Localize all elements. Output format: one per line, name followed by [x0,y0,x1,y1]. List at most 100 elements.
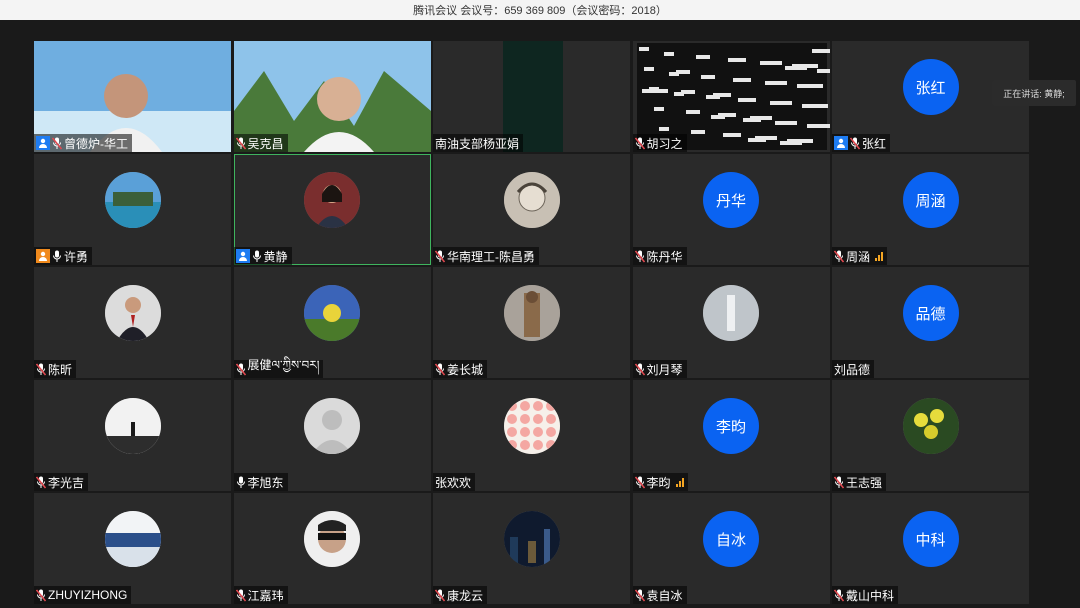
avatar [104,285,161,341]
participant-name-bar: 姜长城 [433,360,488,378]
participant-name-bar: 吴克昌 [233,134,288,152]
avatar [503,398,560,454]
participant-name-bar: 李旭东 [233,473,288,491]
participant-tile[interactable]: 品德刘品德 [832,267,1029,378]
participant-name: 李光吉 [48,475,85,490]
participant-tile[interactable]: 张欢欢 [433,380,630,491]
participant-name-bar: 黄静 [233,247,292,265]
participant-name-bar: 袁自冰 [632,586,687,604]
participant-tile[interactable]: 吴克昌 [233,41,431,152]
avatar-initials: 自冰 [703,511,759,567]
speaking-indicator: 正在讲话: 黄静; [992,80,1076,106]
participant-name: 康龙云 [447,588,484,603]
participant-name: 南油支部杨亚娟 [435,136,520,151]
avatar [304,172,360,228]
mic-muted-icon [850,136,860,150]
participant-name-bar: ZHUYIZHONG [34,586,132,604]
mic-muted-icon [52,136,62,150]
participant-tile[interactable]: 南油支部杨亚娟 [433,41,630,152]
avatar-initials: 丹华 [703,172,759,228]
participant-tile[interactable]: 姜长城 [433,267,630,378]
participant-name-bar: 刘月琴 [632,360,687,378]
participant-name: 戴山中科 [846,588,895,603]
participant-name-bar: 周涵 [832,247,888,265]
participant-name: 刘月琴 [646,362,683,377]
mic-muted-icon [36,588,46,602]
participant-name: 曾德炉-华工 [64,136,128,151]
participant-tile[interactable]: 中科戴山中科 [832,493,1029,604]
participant-name-bar: 南油支部杨亚娟 [433,134,524,152]
participant-name-bar: 张红 [832,134,891,152]
avatar [304,511,360,567]
mic-muted-icon [634,362,645,376]
mic-muted-icon [834,249,844,263]
host-icon [36,249,50,263]
mic-muted-icon [36,362,46,376]
participant-tile[interactable]: 曾德炉-华工 [34,41,231,152]
mic-muted-icon [235,136,246,150]
participant-name: 周涵 [846,249,871,264]
mic-muted-icon [235,362,246,376]
participant-tile[interactable]: 王志强 [832,380,1029,491]
participant-tile[interactable]: 李光吉 [34,380,231,491]
participant-name-bar: 江嘉玮 [233,586,288,604]
participant-tile[interactable]: 胡习之 [632,41,830,152]
avatar-initials: 品德 [902,285,959,341]
participant-name: 李旭东 [247,475,284,490]
participant-tile[interactable]: 李旭东 [233,380,431,491]
participant-tile[interactable]: 自冰袁自冰 [632,493,830,604]
participant-tile[interactable]: 丹华陈丹华 [632,154,830,265]
participant-tile[interactable]: 黄静 [233,154,431,265]
participant-name: 胡习之 [646,136,683,151]
participant-name: 袁自冰 [646,588,683,603]
participant-name-bar: 王志强 [832,473,887,491]
avatar-initials: 李昀 [703,398,759,454]
participant-name: 陈昕 [48,362,73,377]
participant-name-bar: 华南理工-陈昌勇 [433,247,539,265]
participant-name-bar: 展健ལ་ཀྱིས་བར། [233,358,324,378]
mic-icon [236,475,246,489]
participant-name-bar: 李光吉 [34,473,89,491]
participant-tile[interactable]: 陈昕 [34,267,231,378]
mic-muted-icon [834,588,844,602]
participant-tile[interactable]: 周涵 周涵 [832,154,1029,265]
participant-name: 吴克昌 [247,136,284,151]
weak-signal-icon [675,477,684,487]
mic-muted-icon [435,249,445,263]
avatar-initials: 周涵 [902,172,959,228]
avatar [104,172,161,228]
mic-icon [252,249,262,263]
participant-name-bar: 陈昕 [34,360,77,378]
avatar [503,172,560,228]
participant-name: 许勇 [64,249,89,264]
participant-tile[interactable]: 李昀 李昀 [632,380,830,491]
participant-name: 李昀 [646,475,671,490]
avatar-initials: 张红 [902,59,959,115]
participant-name: ZHUYIZHONG [48,588,128,602]
participant-tile[interactable]: 许勇 [34,154,231,265]
avatar [104,398,161,454]
participant-tile[interactable]: 康龙云 [433,493,630,604]
mic-icon [52,249,62,263]
participant-name: 刘品德 [834,362,871,377]
participant-name: 华南理工-陈昌勇 [447,249,535,264]
weak-signal-icon [875,251,884,261]
mic-muted-icon [435,362,445,376]
participant-tile[interactable]: 刘月琴 [632,267,830,378]
participant-tile[interactable]: 江嘉玮 [233,493,431,604]
host-icon [36,136,50,150]
avatar [304,398,360,454]
speaking-indicator-text: 正在讲话: 黄静; [1003,88,1065,99]
participant-name-bar: 张欢欢 [433,473,476,491]
mic-muted-icon [634,588,645,602]
mic-muted-icon [435,588,445,602]
participant-name-bar: 陈丹华 [632,247,687,265]
participant-tile[interactable]: ZHUYIZHONG [34,493,231,604]
participant-tile[interactable]: 展健ལ་ཀྱིས་བར། [233,267,431,378]
participant-name-bar: 曾德炉-华工 [34,134,132,152]
participant-tile[interactable]: 华南理工-陈昌勇 [433,154,630,265]
participant-name: 江嘉玮 [247,588,284,603]
mic-muted-icon [634,475,645,489]
avatar-initials: 中科 [902,511,959,567]
participant-name-bar: 许勇 [34,247,93,265]
